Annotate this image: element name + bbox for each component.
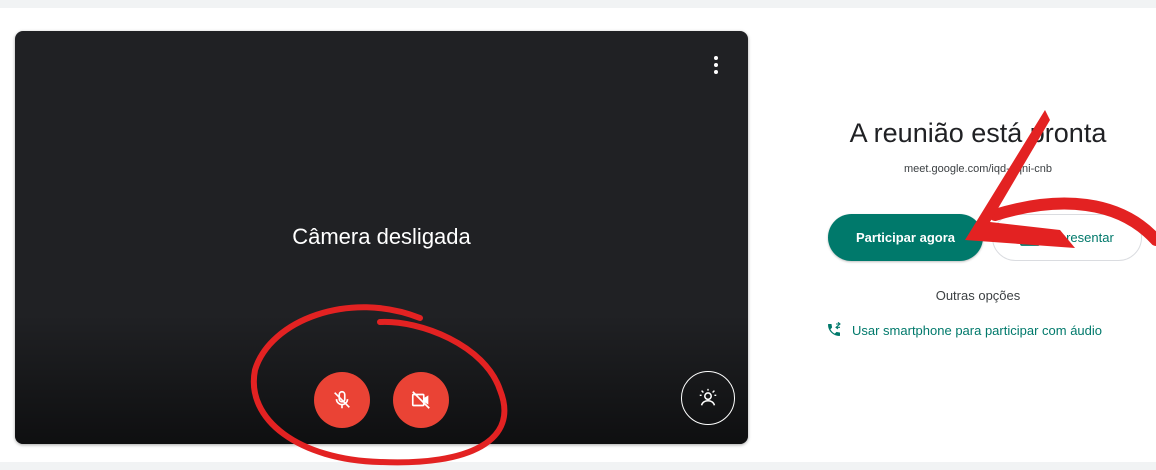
camera-toggle-button[interactable]: [393, 372, 449, 428]
meeting-link[interactable]: meet.google.com/iqd-uqni-cnb: [800, 163, 1156, 175]
meeting-ready-title: A reunião está pronta: [849, 118, 1107, 148]
mic-off-icon: [334, 390, 350, 409]
join-now-button[interactable]: Participar agora: [828, 214, 983, 261]
join-panel: A reunião está pronta meet.google.com/iq…: [800, 118, 1156, 175]
phone-forward-icon: [828, 322, 841, 336]
videocam-off-icon: [411, 391, 430, 409]
visual-effects-icon: [699, 388, 717, 406]
video-preview: Câmera desligada: [15, 31, 748, 444]
present-screen-icon: [1020, 229, 1041, 246]
more-options-button[interactable]: [704, 51, 728, 79]
use-phone-label: Usar smartphone para participar com áudi…: [852, 322, 1103, 338]
present-button[interactable]: Apresentar: [992, 214, 1142, 261]
present-button-label: Apresentar: [1050, 230, 1114, 245]
other-options-heading: Outras opções: [935, 288, 1021, 303]
camera-off-message: Câmera desligada: [292, 224, 471, 249]
microphone-toggle-button[interactable]: [314, 372, 370, 428]
preview-bottom-gradient: [15, 314, 748, 444]
visual-effects-button[interactable]: [681, 371, 735, 425]
use-phone-for-audio-link[interactable]: Usar smartphone para participar com áudi…: [826, 320, 1102, 340]
more-vert-icon: [714, 56, 718, 74]
